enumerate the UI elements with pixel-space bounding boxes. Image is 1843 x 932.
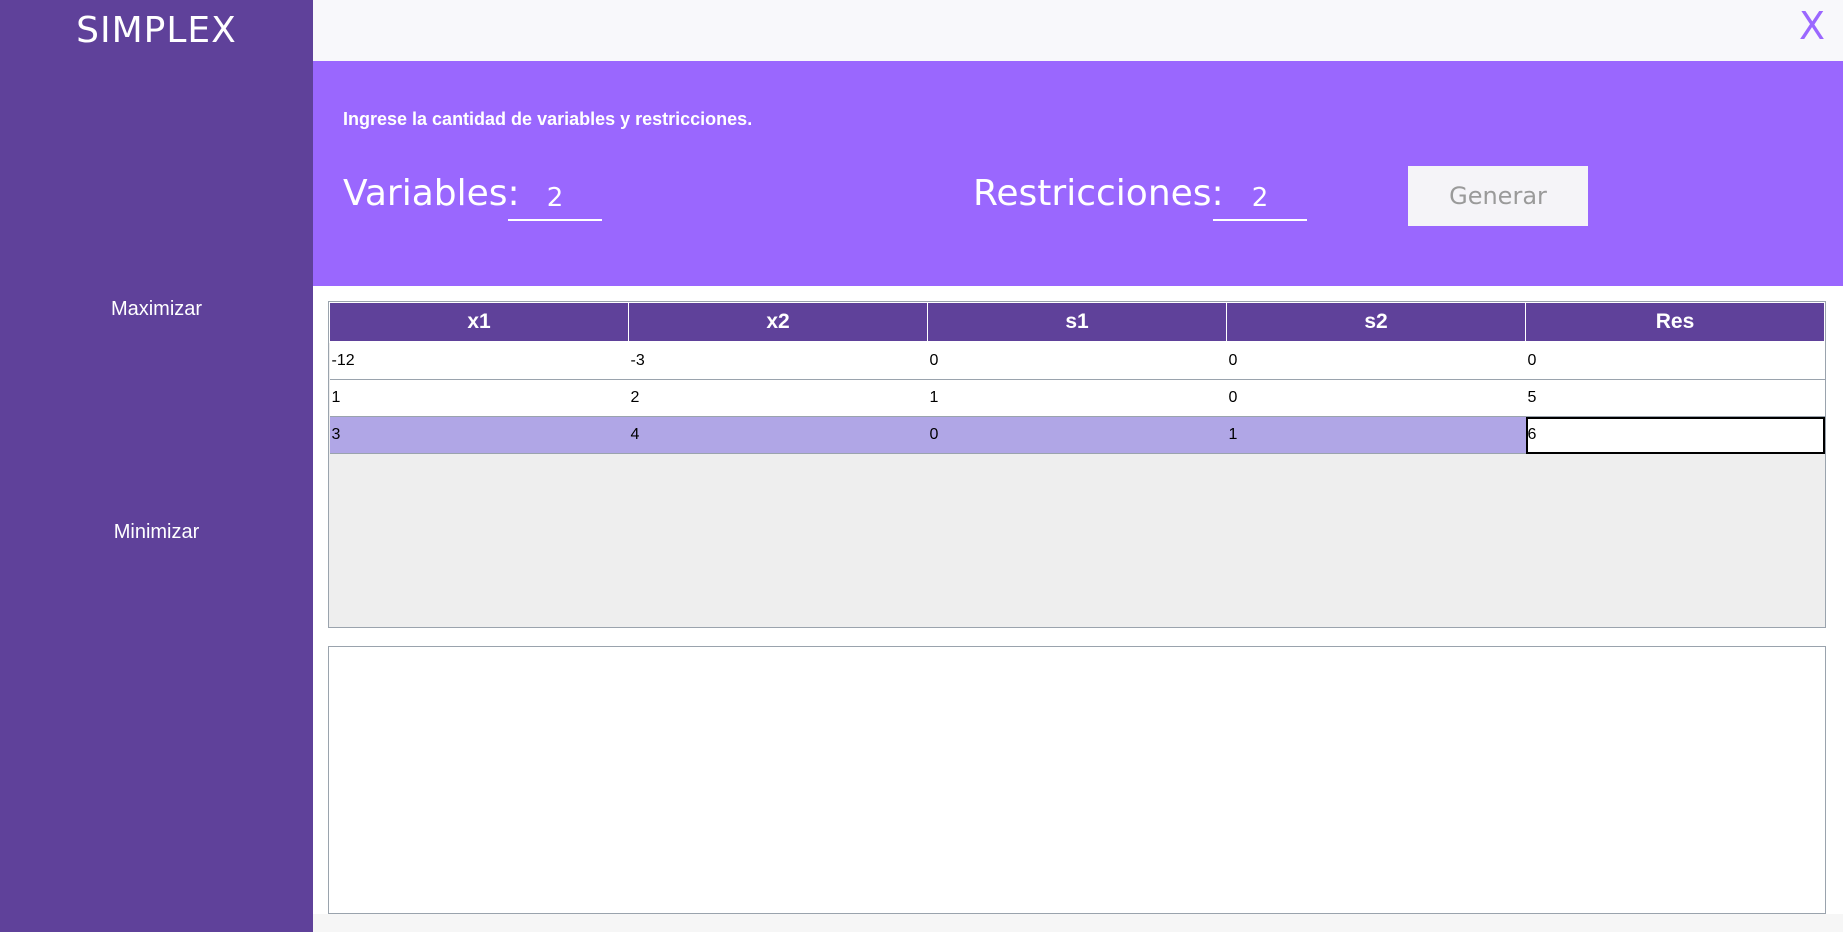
generate-button[interactable]: Generar — [1408, 166, 1588, 226]
input-banner: Ingrese la cantidad de variables y restr… — [313, 61, 1843, 286]
table-cell[interactable]: 5 — [1525, 379, 1825, 417]
bottom-strip — [313, 914, 1843, 932]
table-cell[interactable]: 3 — [329, 416, 629, 454]
table-cell[interactable]: 2 — [628, 379, 928, 417]
column-header-s2[interactable]: s2 — [1226, 302, 1526, 343]
table-cell[interactable]: 0 — [1226, 342, 1526, 380]
column-header-x1[interactable]: x1 — [329, 302, 629, 343]
table-cell[interactable]: 1 — [329, 379, 629, 417]
table-cell[interactable]: -12 — [329, 342, 629, 380]
sidebar: SIMPLEX Maximizar Minimizar — [0, 0, 313, 932]
column-header-x2[interactable]: x2 — [628, 302, 928, 343]
table-cell[interactable]: 1 — [1226, 416, 1526, 454]
table-row[interactable]: -12 -3 0 0 0 — [329, 342, 1825, 380]
table-cell[interactable]: -3 — [628, 342, 928, 380]
maximize-button[interactable]: Maximizar — [0, 298, 313, 321]
table-cell[interactable]: 0 — [1525, 342, 1825, 380]
restrictions-label: Restricciones: — [973, 173, 1224, 214]
minimize-button[interactable]: Minimizar — [0, 521, 313, 544]
close-icon[interactable]: X — [1799, 4, 1825, 48]
table-row-selected[interactable]: 3 4 0 1 6 — [329, 416, 1825, 454]
result-text-area[interactable] — [328, 646, 1826, 914]
table-header-row: x1 x2 s1 s2 Res — [329, 302, 1825, 343]
table-row[interactable]: 1 2 1 0 5 — [329, 379, 1825, 417]
simplex-table-container[interactable]: x1 x2 s1 s2 Res -12 -3 0 0 0 1 2 1 0 5 3… — [328, 301, 1826, 628]
table-cell-editing[interactable]: 6 — [1525, 416, 1825, 454]
column-header-s1[interactable]: s1 — [927, 302, 1227, 343]
table-cell[interactable]: 1 — [927, 379, 1227, 417]
simplex-table[interactable]: x1 x2 s1 s2 Res -12 -3 0 0 0 1 2 1 0 5 3… — [329, 302, 1825, 454]
table-cell[interactable]: 0 — [1226, 379, 1526, 417]
instructions-text: Ingrese la cantidad de variables y restr… — [343, 109, 753, 129]
top-bar: X — [313, 0, 1843, 61]
column-header-res[interactable]: Res — [1525, 302, 1825, 343]
table-cell[interactable]: 4 — [628, 416, 928, 454]
variables-label: Variables: — [343, 173, 520, 214]
table-cell[interactable]: 0 — [927, 342, 1227, 380]
table-cell[interactable]: 0 — [927, 416, 1227, 454]
variables-input[interactable] — [508, 177, 602, 221]
app-title: SIMPLEX — [76, 10, 237, 51]
restrictions-input[interactable] — [1213, 177, 1307, 221]
